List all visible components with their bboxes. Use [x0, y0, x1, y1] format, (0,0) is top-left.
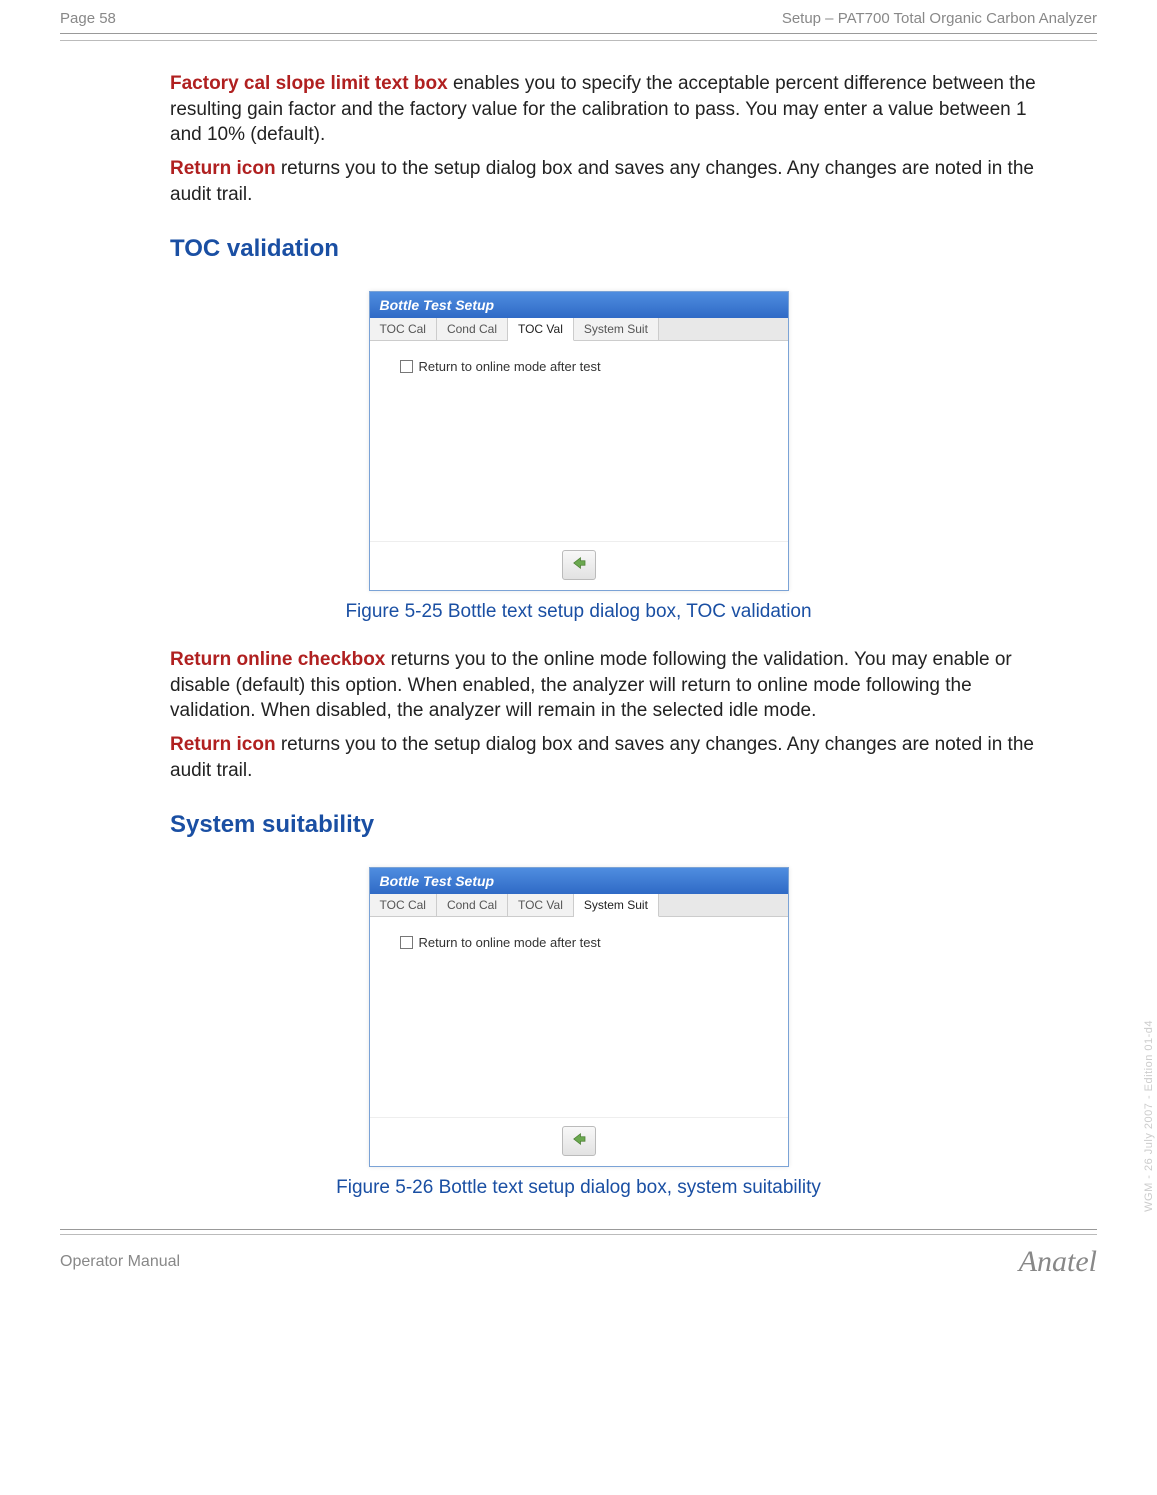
paragraph: Return icon returns you to the setup dia…	[170, 156, 1037, 207]
divider	[60, 33, 1097, 34]
return-online-checkbox-row[interactable]: Return to online mode after test	[400, 359, 770, 374]
page-footer: Operator Manual Anatel	[60, 1241, 1097, 1279]
footer-left: Operator Manual	[60, 1253, 180, 1271]
figure-caption-2: Figure 5-26 Bottle text setup dialog box…	[60, 1177, 1097, 1199]
body-paragraphs-1: Factory cal slope limit text box enables…	[170, 71, 1037, 207]
checkbox-icon[interactable]	[400, 360, 413, 373]
tab-system-suit[interactable]: System Suit	[574, 894, 659, 917]
footer-brand: Anatel	[1019, 1245, 1097, 1279]
paragraph: Return online checkbox returns you to th…	[170, 647, 1037, 724]
section-heading-toc-validation: TOC validation	[170, 235, 1097, 263]
paragraph-text: returns you to the setup dialog box and …	[170, 158, 1034, 205]
side-revision-note: WGM - 26 July 2007 - Edition 01-d4	[1143, 1020, 1155, 1212]
tab-cond-cal[interactable]: Cond Cal	[437, 318, 508, 340]
tab-system-suit[interactable]: System Suit	[574, 318, 659, 340]
section-heading-system-suitability: System suitability	[170, 811, 1097, 839]
dialog-title: Bottle Test Setup	[370, 292, 788, 318]
figure-caption-1: Figure 5-25 Bottle text setup dialog box…	[60, 601, 1097, 623]
body-paragraphs-2: Return online checkbox returns you to th…	[170, 647, 1037, 783]
return-arrow-icon	[569, 1130, 589, 1153]
figure-dialog-2: Bottle Test Setup TOC Cal Cond Cal TOC V…	[60, 867, 1097, 1167]
bottle-test-setup-dialog: Bottle Test Setup TOC Cal Cond Cal TOC V…	[369, 291, 789, 591]
figure-dialog-1: Bottle Test Setup TOC Cal Cond Cal TOC V…	[60, 291, 1097, 591]
dialog-body: Return to online mode after test	[370, 917, 788, 1117]
term-label: Factory cal slope limit text box	[170, 73, 448, 94]
divider	[60, 1234, 1097, 1235]
dialog-tabs: TOC Cal Cond Cal TOC Val System Suit	[370, 894, 788, 917]
term-label: Return icon	[170, 734, 276, 755]
return-button[interactable]	[562, 1126, 596, 1156]
divider	[60, 1229, 1097, 1230]
paragraph: Factory cal slope limit text box enables…	[170, 71, 1037, 148]
divider	[60, 40, 1097, 41]
checkbox-label: Return to online mode after test	[419, 359, 601, 374]
paragraph-text: returns you to the setup dialog box and …	[170, 734, 1034, 781]
dialog-title: Bottle Test Setup	[370, 868, 788, 894]
return-online-checkbox-row[interactable]: Return to online mode after test	[400, 935, 770, 950]
page-number: Page 58	[60, 10, 116, 27]
dialog-footer	[370, 541, 788, 590]
term-label: Return icon	[170, 158, 276, 179]
checkbox-icon[interactable]	[400, 936, 413, 949]
document-page: Page 58 Setup – PAT700 Total Organic Car…	[0, 0, 1157, 1495]
checkbox-label: Return to online mode after test	[419, 935, 601, 950]
bottle-test-setup-dialog: Bottle Test Setup TOC Cal Cond Cal TOC V…	[369, 867, 789, 1167]
paragraph: Return icon returns you to the setup dia…	[170, 732, 1037, 783]
dialog-body: Return to online mode after test	[370, 341, 788, 541]
term-label: Return online checkbox	[170, 649, 385, 670]
tab-toc-cal[interactable]: TOC Cal	[370, 894, 437, 916]
tab-cond-cal[interactable]: Cond Cal	[437, 894, 508, 916]
page-header: Page 58 Setup – PAT700 Total Organic Car…	[60, 10, 1097, 33]
doc-title: Setup – PAT700 Total Organic Carbon Anal…	[782, 10, 1097, 27]
tab-toc-val[interactable]: TOC Val	[508, 894, 574, 916]
dialog-footer	[370, 1117, 788, 1166]
tab-toc-val[interactable]: TOC Val	[508, 318, 574, 341]
return-arrow-icon	[569, 554, 589, 577]
return-button[interactable]	[562, 550, 596, 580]
dialog-tabs: TOC Cal Cond Cal TOC Val System Suit	[370, 318, 788, 341]
tab-toc-cal[interactable]: TOC Cal	[370, 318, 437, 340]
